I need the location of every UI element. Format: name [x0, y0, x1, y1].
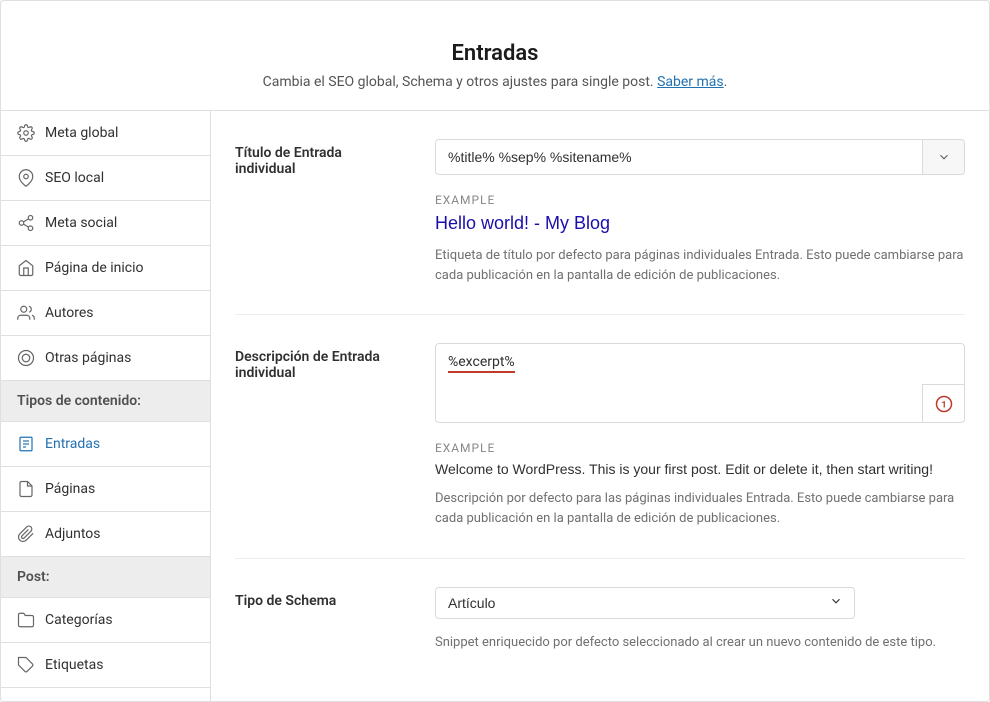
- page-title: Entradas: [21, 41, 969, 66]
- layers-icon: [17, 349, 35, 367]
- home-icon: [17, 259, 35, 277]
- field-label-schema: Tipo de Schema: [235, 587, 395, 653]
- schema-help-text: Snippet enriquecido por defecto seleccio…: [435, 633, 965, 653]
- tag-icon: [17, 656, 35, 674]
- length-indicator-icon[interactable]: 1: [922, 384, 964, 422]
- sidebar-item-paginas[interactable]: Páginas: [1, 467, 210, 512]
- gear-icon: [17, 124, 35, 142]
- sidebar-heading-content-types: Tipos de contenido:: [1, 381, 210, 422]
- example-label: EXAMPLE: [435, 441, 965, 455]
- sidebar-item-label: Meta social: [45, 215, 117, 231]
- post-icon: [17, 435, 35, 453]
- description-textarea[interactable]: %excerpt% 1: [435, 343, 965, 423]
- sidebar-item-label: Autores: [45, 305, 93, 321]
- sidebar-item-label: Entradas: [45, 436, 100, 452]
- svg-text:1: 1: [941, 400, 946, 410]
- sidebar-item-etiquetas[interactable]: Etiquetas: [1, 643, 210, 688]
- clip-icon: [17, 525, 35, 543]
- description-example-preview: Welcome to WordPress. This is your first…: [435, 461, 965, 477]
- field-label-title: Título de Entrada individual: [235, 139, 395, 286]
- description-value: %excerpt%: [448, 354, 515, 373]
- variables-dropdown-button[interactable]: [923, 139, 965, 175]
- schema-select[interactable]: Artículo: [435, 587, 855, 619]
- share-icon: [17, 214, 35, 232]
- field-label-description: Descripción de Entrada individual: [235, 343, 395, 529]
- title-input[interactable]: [435, 139, 923, 175]
- sidebar-item-categorias[interactable]: Categorías: [1, 598, 210, 643]
- field-row-schema: Tipo de Schema Artículo Snippet enriquec…: [235, 559, 965, 681]
- sidebar-item-label: Otras páginas: [45, 350, 131, 366]
- location-icon: [17, 169, 35, 187]
- sidebar-heading-post: Post:: [1, 557, 210, 598]
- sidebar-item-meta-social[interactable]: Meta social: [1, 201, 210, 246]
- people-icon: [17, 304, 35, 322]
- sidebar-item-authors[interactable]: Autores: [1, 291, 210, 336]
- sidebar-item-entradas[interactable]: Entradas: [1, 422, 210, 467]
- sidebar-item-seo-local[interactable]: SEO local: [1, 156, 210, 201]
- title-example-preview: Hello world! - My Blog: [435, 213, 965, 234]
- sidebar-item-homepage[interactable]: Página de inicio: [1, 246, 210, 291]
- page-subtitle: Cambia el SEO global, Schema y otros aju…: [21, 74, 969, 90]
- sidebar-item-label: Etiquetas: [45, 657, 103, 673]
- sidebar-item-meta-global[interactable]: Meta global: [1, 111, 210, 156]
- page-header: Entradas Cambia el SEO global, Schema y …: [1, 1, 989, 111]
- sidebar-item-label: Meta global: [45, 125, 118, 141]
- field-row-title: Título de Entrada individual EXAMPLE Hel…: [235, 111, 965, 315]
- sidebar-item-label: Páginas: [45, 481, 95, 497]
- example-label: EXAMPLE: [435, 193, 965, 207]
- content-area: Título de Entrada individual EXAMPLE Hel…: [211, 111, 989, 701]
- sidebar-item-label: Categorías: [45, 612, 113, 628]
- field-row-description: Descripción de Entrada individual %excer…: [235, 315, 965, 558]
- sidebar-item-label: SEO local: [45, 170, 104, 186]
- sidebar-item-other-pages[interactable]: Otras páginas: [1, 336, 210, 381]
- folder-icon: [17, 611, 35, 629]
- sidebar-item-label: Adjuntos: [45, 526, 100, 542]
- sidebar-item-label: Página de inicio: [45, 260, 144, 276]
- description-help-text: Descripción por defecto para las páginas…: [435, 489, 965, 529]
- sidebar-item-adjuntos[interactable]: Adjuntos: [1, 512, 210, 557]
- title-help-text: Etiqueta de título por defecto para pági…: [435, 246, 965, 286]
- sidebar: Meta global SEO local Meta social Página…: [1, 111, 211, 701]
- page-icon: [17, 480, 35, 498]
- learn-more-link[interactable]: Saber más: [657, 74, 724, 90]
